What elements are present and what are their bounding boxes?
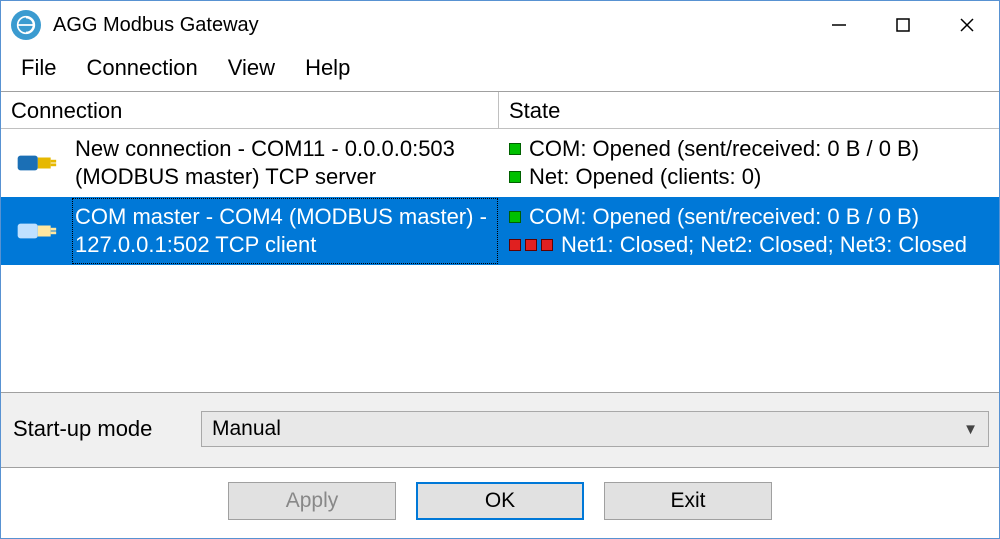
app-icon — [11, 10, 41, 40]
connection-row[interactable]: New connection - COM11 - 0.0.0.0:503(MOD… — [1, 129, 999, 197]
startup-mode-select[interactable]: Manual ▼ — [201, 411, 989, 447]
status-indicator-icon — [525, 239, 537, 251]
menu-bar: File Connection View Help — [1, 49, 999, 92]
dialog-buttons: Apply OK Exit — [1, 467, 999, 538]
status-indicator-icon — [509, 143, 521, 155]
column-header-state[interactable]: State — [499, 92, 999, 128]
connection-line-2: 127.0.0.1:502 TCP client — [75, 231, 495, 259]
menu-connection[interactable]: Connection — [86, 55, 197, 81]
menu-file[interactable]: File — [21, 55, 56, 81]
status-indicator-set — [509, 143, 521, 155]
window-title: AGG Modbus Gateway — [53, 14, 807, 37]
column-header-connection[interactable]: Connection — [1, 92, 499, 128]
connection-cell: New connection - COM11 - 0.0.0.0:503(MOD… — [71, 129, 499, 197]
status-text: Net: Opened (clients: 0) — [529, 163, 761, 191]
menu-help[interactable]: Help — [305, 55, 350, 81]
exit-button[interactable]: Exit — [604, 482, 772, 520]
connection-list[interactable]: New connection - COM11 - 0.0.0.0:503(MOD… — [1, 129, 999, 392]
close-button[interactable] — [935, 1, 999, 49]
connection-line-1: COM master - COM4 (MODBUS master) - — [75, 203, 495, 231]
status-indicator-set — [509, 239, 553, 251]
status-text: COM: Opened (sent/received: 0 B / 0 B) — [529, 203, 919, 231]
startup-mode-value: Manual — [212, 417, 281, 441]
apply-button[interactable]: Apply — [228, 482, 396, 520]
plug-icon — [1, 129, 71, 197]
status-indicator-icon — [509, 239, 521, 251]
status-text: Net1: Closed; Net2: Closed; Net3: Closed — [561, 231, 967, 259]
status-indicator-set — [509, 171, 521, 183]
status-indicator-icon — [509, 171, 521, 183]
status-line: Net1: Closed; Net2: Closed; Net3: Closed — [509, 231, 995, 259]
state-cell: COM: Opened (sent/received: 0 B / 0 B)Ne… — [499, 197, 999, 265]
connection-cell: COM master - COM4 (MODBUS master) -127.0… — [71, 197, 499, 265]
startup-mode-label: Start-up mode — [11, 416, 201, 442]
maximize-button[interactable] — [871, 1, 935, 49]
minimize-button[interactable] — [807, 1, 871, 49]
plug-icon — [1, 197, 71, 265]
status-indicator-icon — [541, 239, 553, 251]
ok-button[interactable]: OK — [416, 482, 584, 520]
column-headers: Connection State — [1, 92, 999, 129]
status-line: COM: Opened (sent/received: 0 B / 0 B) — [509, 203, 995, 231]
status-line: Net: Opened (clients: 0) — [509, 163, 995, 191]
menu-view[interactable]: View — [228, 55, 275, 81]
status-text: COM: Opened (sent/received: 0 B / 0 B) — [529, 135, 919, 163]
connection-row[interactable]: COM master - COM4 (MODBUS master) -127.0… — [1, 197, 999, 265]
connection-line-2: (MODBUS master) TCP server — [75, 163, 495, 191]
startup-panel: Start-up mode Manual ▼ — [1, 392, 999, 467]
status-indicator-set — [509, 211, 521, 223]
title-bar: AGG Modbus Gateway — [1, 1, 999, 49]
app-window: AGG Modbus Gateway File Connection View … — [0, 0, 1000, 539]
status-indicator-icon — [509, 211, 521, 223]
status-line: COM: Opened (sent/received: 0 B / 0 B) — [509, 135, 995, 163]
chevron-down-icon: ▼ — [963, 421, 978, 438]
connection-line-1: New connection - COM11 - 0.0.0.0:503 — [75, 135, 495, 163]
state-cell: COM: Opened (sent/received: 0 B / 0 B)Ne… — [499, 129, 999, 197]
